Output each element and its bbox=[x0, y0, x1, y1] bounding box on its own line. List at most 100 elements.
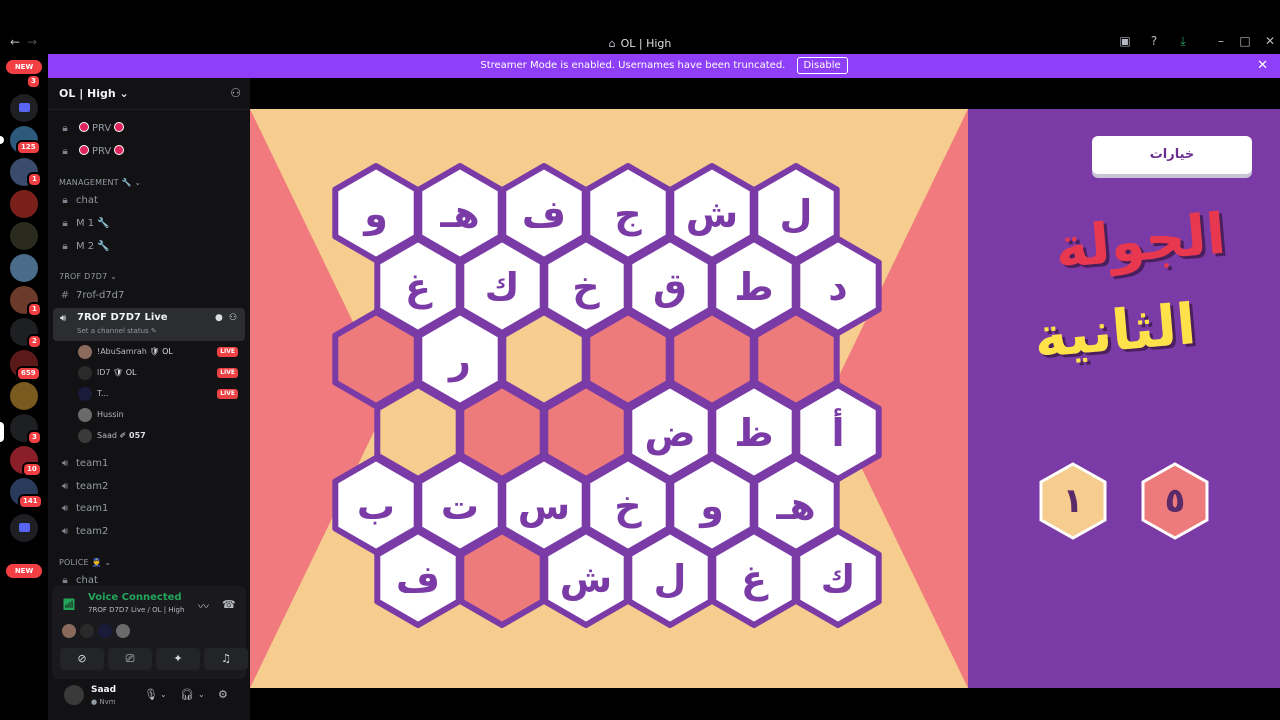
minimize-icon[interactable]: – bbox=[1213, 34, 1229, 48]
new-badge: NEW bbox=[6, 60, 42, 74]
activities-button[interactable]: ✦ bbox=[156, 648, 200, 670]
channel-status[interactable]: Set a channel status ✎ bbox=[77, 327, 157, 335]
active-voice-channel[interactable]: 🔊︎ 7ROF D7D7 Live Set a channel status ✎… bbox=[53, 308, 245, 341]
server-icon[interactable] bbox=[10, 222, 38, 250]
server-icon[interactable] bbox=[10, 254, 38, 282]
hex-cell-shape bbox=[458, 528, 546, 628]
hex-cell[interactable] bbox=[458, 528, 546, 628]
channel-sidebar: OL | High ⌄ ⚇ 🔒︎ PRV 🔒︎ PRV MANAGEMENT 🔧 ⌄… bbox=[48, 78, 250, 720]
banner-close-icon[interactable]: ✕ bbox=[1257, 54, 1268, 78]
soundboard-button[interactable]: ♫ bbox=[204, 648, 248, 670]
hex-cell-letter: ط bbox=[734, 265, 773, 309]
server-header[interactable]: OL | High ⌄ ⚇ bbox=[48, 78, 250, 110]
channel-prv[interactable]: 🔒︎ PRV bbox=[58, 143, 127, 161]
camera-off-button[interactable]: ⊘ bbox=[60, 648, 104, 670]
channel-label: chat bbox=[76, 195, 98, 206]
hex-cell[interactable]: غ bbox=[710, 528, 798, 628]
hex-cell-letter: ظ bbox=[734, 411, 773, 455]
score-red: ٥ bbox=[1140, 461, 1210, 541]
round-title-line2: الثانية bbox=[1031, 292, 1199, 371]
channel-label: team2 bbox=[76, 526, 109, 537]
category-police[interactable]: POLICE 👮 ⌄ bbox=[59, 558, 111, 567]
chat-icon[interactable]: ● bbox=[215, 313, 223, 323]
chevron-down-icon[interactable]: ⌄ bbox=[198, 690, 205, 699]
score-value: ٥ bbox=[1164, 481, 1186, 521]
chevron-down-icon[interactable]: ⌄ bbox=[160, 690, 167, 699]
mention-count: 3 bbox=[26, 74, 41, 89]
voice-connected-panel: 📶︎ Voice Connected 7ROF D7D7 Live / OL |… bbox=[52, 586, 248, 679]
hex-cell-letter: خ bbox=[572, 265, 600, 309]
server-icon[interactable] bbox=[10, 190, 38, 218]
category-trof[interactable]: 7ROF D7D7 ⌄ bbox=[59, 272, 117, 281]
disconnect-icon[interactable]: ☎ bbox=[222, 598, 236, 611]
voice-user[interactable]: Saad ✐ 057 bbox=[78, 427, 238, 445]
hex-cell-letter: ج bbox=[614, 192, 642, 236]
voice-user[interactable]: !AbuSamrah 🛡 OL LIVE bbox=[78, 343, 238, 361]
username: T... bbox=[97, 389, 109, 398]
channel-7rof-d7d7[interactable]: #7rof-d7d7 bbox=[58, 287, 125, 305]
invite-user-icon[interactable]: ⚇ bbox=[229, 313, 237, 323]
screen-share-button[interactable]: ⎚ bbox=[108, 648, 152, 670]
mention-count: 659 bbox=[16, 366, 41, 381]
stream-view: و هـ ف ج ش ل غ ك خ ق ط د ر ض ظ أ ب ت س خ و هـ ف ش ل غ ك خيارات الج… bbox=[250, 78, 1280, 720]
channel-team1[interactable]: 🔊︎ team1 bbox=[58, 500, 108, 518]
speaker-lock-icon: 🔊︎ bbox=[61, 503, 69, 514]
channel-team2[interactable]: 🔊︎ team2 bbox=[58, 523, 108, 541]
channel-m1[interactable]: 🔒︎ M 1 🔧 bbox=[58, 215, 109, 233]
voice-user[interactable]: Hussin bbox=[78, 406, 238, 424]
lock-icon: 🔒︎ bbox=[62, 218, 68, 229]
server-name: OL | High ⌄ bbox=[59, 87, 129, 100]
voice-channel-path[interactable]: 7ROF D7D7 Live / OL | High bbox=[88, 606, 184, 614]
category-management[interactable]: MANAGEMENT 🔧 ⌄ bbox=[59, 178, 141, 187]
user-name[interactable]: Saad bbox=[91, 685, 116, 695]
hex-board[interactable]: و هـ ف ج ش ل غ ك خ ق ط د ر ض ظ أ ب ت س خ و هـ ف ش ل غ ك bbox=[250, 109, 968, 688]
folder-icon[interactable] bbox=[10, 514, 38, 542]
avatar[interactable] bbox=[64, 685, 84, 705]
mention-count: 141 bbox=[18, 494, 43, 509]
channel-prv[interactable]: 🔒︎ PRV bbox=[58, 120, 127, 138]
hex-cell-letter: س bbox=[518, 484, 570, 528]
headphones-icon[interactable]: 🎧︎ bbox=[180, 688, 194, 701]
channel-chat[interactable]: 🔒︎ chat bbox=[58, 192, 98, 210]
invite-icon[interactable]: ⚇ bbox=[230, 86, 241, 100]
hex-cell[interactable]: ف bbox=[374, 528, 462, 628]
channel-team2[interactable]: 🔊︎ team2 bbox=[58, 478, 108, 496]
hex-cell-letter: د bbox=[828, 265, 848, 309]
channel-label: M 2 🔧 bbox=[76, 241, 110, 252]
username: Hussin bbox=[97, 410, 124, 419]
options-button[interactable]: خيارات bbox=[1092, 136, 1252, 174]
hex-cell[interactable]: ل bbox=[626, 528, 714, 628]
username: Saad ✐ 057 bbox=[97, 431, 146, 440]
close-window-icon[interactable]: ✕ bbox=[1262, 34, 1278, 48]
speaker-lock-icon: 🔊︎ bbox=[61, 481, 69, 492]
hex-cell[interactable]: ك bbox=[794, 528, 882, 628]
hex-cell[interactable]: ش bbox=[542, 528, 630, 628]
channel-team1[interactable]: 🔊︎ team1 bbox=[58, 455, 108, 473]
banner-text: Streamer Mode is enabled. Usernames have… bbox=[480, 60, 786, 71]
username: lD7 🛡 OL bbox=[97, 368, 137, 377]
maximize-icon[interactable]: □ bbox=[1237, 34, 1253, 48]
mention-count: 2 bbox=[27, 334, 42, 349]
score-value: ١ bbox=[1062, 481, 1084, 521]
channel-label: chat bbox=[76, 575, 98, 586]
inbox-icon[interactable]: ▣ bbox=[1117, 34, 1133, 48]
settings-gear-icon[interactable]: ⚙ bbox=[218, 688, 228, 701]
voice-status[interactable]: Voice Connected bbox=[88, 592, 182, 603]
signal-icon: 📶︎ bbox=[62, 598, 76, 611]
selected-pip bbox=[0, 422, 4, 442]
lock-icon: 🔒︎ bbox=[62, 146, 68, 157]
voice-user[interactable]: T... LIVE bbox=[78, 385, 238, 403]
noise-suppression-icon[interactable]: 〰 bbox=[198, 598, 209, 614]
folder-icon[interactable] bbox=[10, 94, 38, 122]
channel-label: team1 bbox=[76, 503, 109, 514]
server-icon[interactable] bbox=[10, 382, 38, 410]
microphone-icon[interactable]: 🎙︎ bbox=[144, 688, 158, 701]
help-icon[interactable]: ? bbox=[1146, 34, 1162, 48]
download-icon[interactable]: ⤓ bbox=[1175, 34, 1191, 49]
game-side-panel: خيارات الجولة الثانية ١ ٥ bbox=[968, 109, 1280, 688]
disable-button[interactable]: Disable bbox=[796, 56, 848, 74]
voice-user[interactable]: lD7 🛡 OL LIVE bbox=[78, 364, 238, 382]
channel-m2[interactable]: 🔒︎ M 2 🔧 bbox=[58, 238, 110, 256]
avatar bbox=[78, 366, 92, 380]
mention-count: 3 bbox=[27, 430, 42, 445]
